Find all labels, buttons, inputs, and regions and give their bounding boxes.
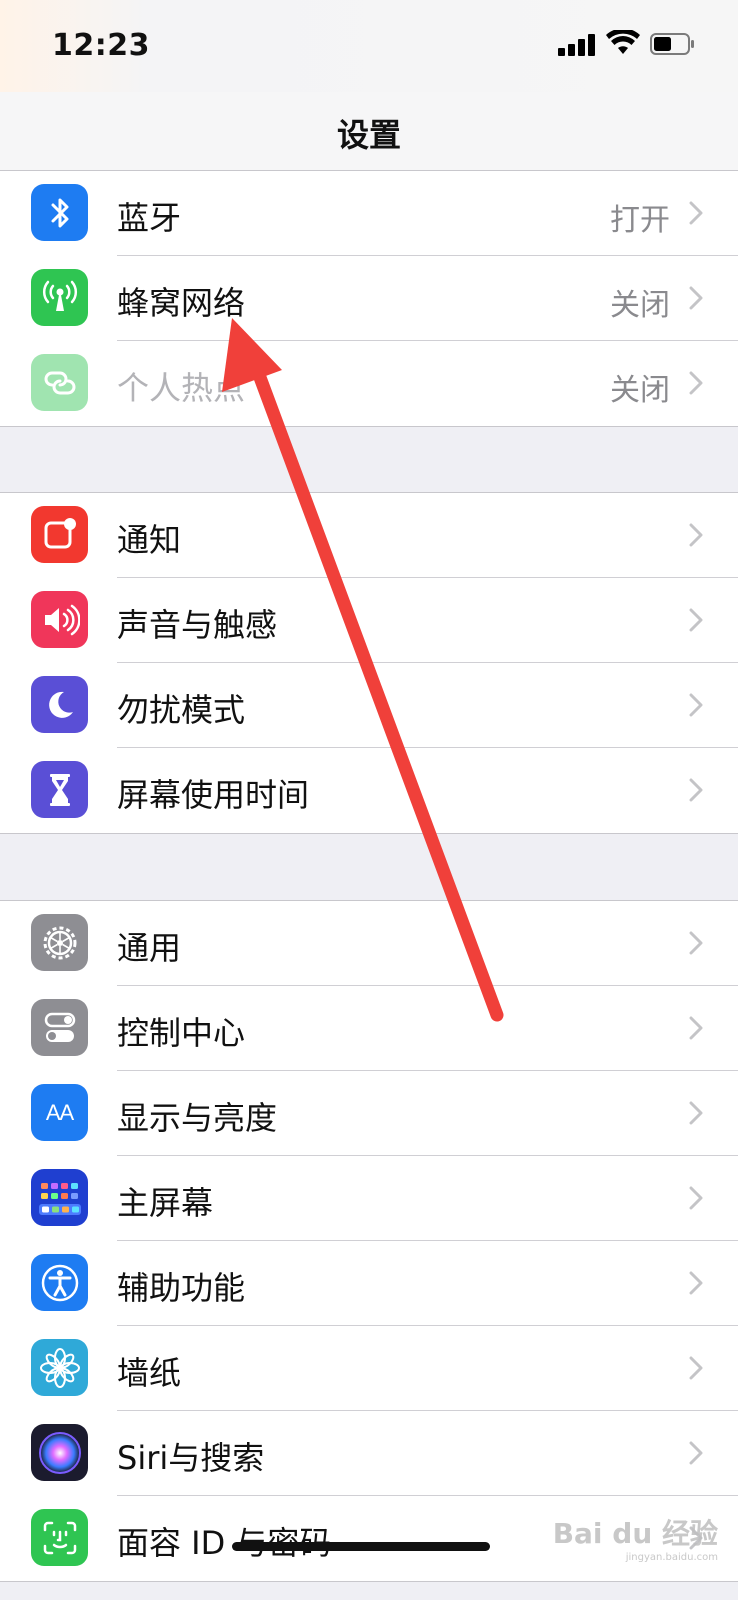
bluetooth-icon xyxy=(31,184,88,241)
accessibility-icon xyxy=(31,1254,88,1311)
hotspot-icon xyxy=(31,354,88,411)
chevron-right-icon xyxy=(689,1356,703,1380)
chevron-right-icon xyxy=(689,608,703,632)
status-bar: 12:23 xyxy=(0,0,738,92)
siri-icon xyxy=(31,1424,88,1481)
navigation-bar: 设置 xyxy=(0,92,738,171)
settings-row-label: 辅助功能 xyxy=(117,1269,246,1307)
settings-row-value: 关闭 xyxy=(610,373,670,408)
chevron-right-icon xyxy=(689,201,703,225)
settings-group-connectivity: 蓝牙 打开 蜂窝网络 关闭 个人热点 关闭 xyxy=(0,170,738,427)
chevron-right-icon xyxy=(689,931,703,955)
chevron-right-icon xyxy=(689,1101,703,1125)
chevron-right-icon xyxy=(689,778,703,802)
face-id-icon xyxy=(31,1509,88,1566)
settings-row-screen-time[interactable]: 屏幕使用时间 xyxy=(0,748,738,833)
settings-row-control-center[interactable]: 控制中心 xyxy=(0,986,738,1071)
hourglass-icon xyxy=(31,761,88,818)
settings-row-siri[interactable]: Siri与搜索 xyxy=(0,1411,738,1496)
battery-icon xyxy=(650,33,694,55)
gear-icon xyxy=(31,914,88,971)
home-indicator[interactable] xyxy=(232,1542,490,1551)
settings-row-label: 屏幕使用时间 xyxy=(117,776,310,814)
chevron-right-icon xyxy=(689,371,703,395)
settings-row-label: 主屏幕 xyxy=(117,1184,214,1222)
settings-row-label: 声音与触感 xyxy=(117,606,278,644)
settings-row-value: 打开 xyxy=(610,203,670,238)
cellular-signal-icon xyxy=(558,34,598,56)
wallpaper-icon xyxy=(31,1339,88,1396)
settings-row-cellular[interactable]: 蜂窝网络 关闭 xyxy=(0,256,738,341)
settings-group-general: 通用 控制中心 AA 显示与亮度 主屏幕 辅助功能 墙纸 Siri与搜索 面容 … xyxy=(0,900,738,1582)
settings-row-sound[interactable]: 声音与触感 xyxy=(0,578,738,663)
watermark-url: jingyan.baidu.com xyxy=(625,1552,718,1563)
settings-row-label: 蓝牙 xyxy=(117,199,182,237)
settings-row-label: 墙纸 xyxy=(117,1354,182,1392)
chevron-right-icon xyxy=(689,286,703,310)
baidu-watermark: Bai du 经验 jingyan.baidu.com xyxy=(553,1512,718,1563)
settings-row-home-screen[interactable]: 主屏幕 xyxy=(0,1156,738,1241)
settings-group-notifications: 通知 声音与触感 勿扰模式 屏幕使用时间 xyxy=(0,492,738,834)
home-screen-icon xyxy=(31,1169,88,1226)
status-icons xyxy=(548,30,698,58)
settings-row-label: 显示与亮度 xyxy=(117,1099,278,1137)
chevron-right-icon xyxy=(689,1441,703,1465)
sound-icon xyxy=(31,591,88,648)
status-time: 12:23 xyxy=(52,28,150,63)
settings-row-hotspot[interactable]: 个人热点 关闭 xyxy=(0,341,738,426)
settings-row-label: 勿扰模式 xyxy=(117,691,246,729)
settings-row-notifications[interactable]: 通知 xyxy=(0,493,738,578)
settings-row-label: 蜂窝网络 xyxy=(117,284,246,322)
chevron-right-icon xyxy=(689,1186,703,1210)
settings-row-value: 关闭 xyxy=(610,288,670,323)
settings-row-display[interactable]: AA 显示与亮度 xyxy=(0,1071,738,1156)
display-icon: AA xyxy=(31,1084,88,1141)
watermark-brand: Bai du 经验 xyxy=(552,1517,718,1550)
settings-row-label: Siri与搜索 xyxy=(117,1439,265,1477)
page-title: 设置 xyxy=(336,116,401,154)
settings-row-do-not-disturb[interactable]: 勿扰模式 xyxy=(0,663,738,748)
settings-row-wallpaper[interactable]: 墙纸 xyxy=(0,1326,738,1411)
toggles-icon xyxy=(31,999,88,1056)
settings-row-general[interactable]: 通用 xyxy=(0,901,738,986)
chevron-right-icon xyxy=(689,693,703,717)
wifi-icon xyxy=(606,30,640,54)
settings-row-label: 面容 ID 与密码 xyxy=(117,1524,332,1562)
cellular-icon xyxy=(31,269,88,326)
settings-row-label: 通知 xyxy=(117,521,182,559)
settings-row-label: 个人热点 xyxy=(117,369,246,407)
settings-row-label: 通用 xyxy=(117,929,182,967)
moon-icon xyxy=(31,676,88,733)
chevron-right-icon xyxy=(689,1016,703,1040)
chevron-right-icon xyxy=(689,1271,703,1295)
notifications-icon xyxy=(31,506,88,563)
chevron-right-icon xyxy=(689,523,703,547)
settings-row-accessibility[interactable]: 辅助功能 xyxy=(0,1241,738,1326)
display-icon-glyph: AA xyxy=(45,1099,74,1125)
settings-row-label: 控制中心 xyxy=(117,1014,246,1052)
settings-row-bluetooth[interactable]: 蓝牙 打开 xyxy=(0,171,738,256)
